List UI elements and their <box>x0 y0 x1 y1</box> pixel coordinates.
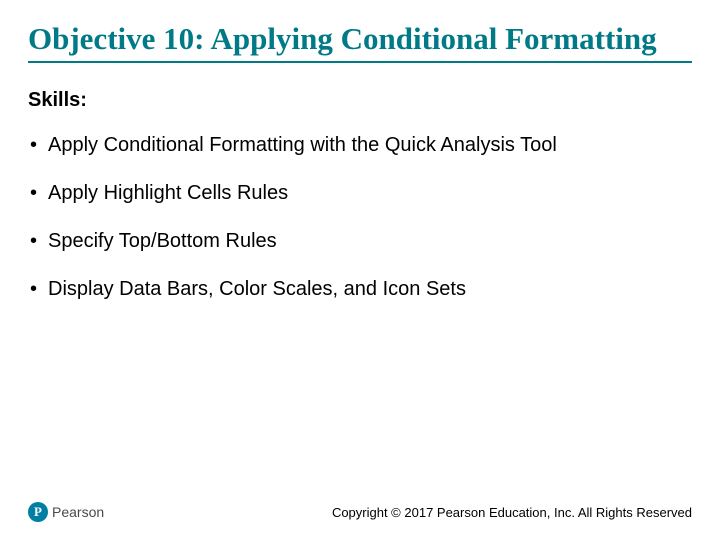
footer: P Pearson Copyright © 2017 Pearson Educa… <box>0 502 720 522</box>
list-item: Specify Top/Bottom Rules <box>30 228 692 254</box>
list-item: Apply Conditional Formatting with the Qu… <box>30 132 692 158</box>
copyright-text: Copyright © 2017 Pearson Education, Inc.… <box>332 505 692 520</box>
list-item: Display Data Bars, Color Scales, and Ico… <box>30 276 692 302</box>
slide-title: Objective 10: Applying Conditional Forma… <box>28 20 692 63</box>
pearson-logo: P Pearson <box>28 502 104 522</box>
skills-list: Apply Conditional Formatting with the Qu… <box>28 132 692 302</box>
skills-heading: Skills: <box>28 89 692 112</box>
pearson-logo-text: Pearson <box>52 504 104 520</box>
pearson-logo-icon: P <box>28 502 48 522</box>
list-item: Apply Highlight Cells Rules <box>30 180 692 206</box>
